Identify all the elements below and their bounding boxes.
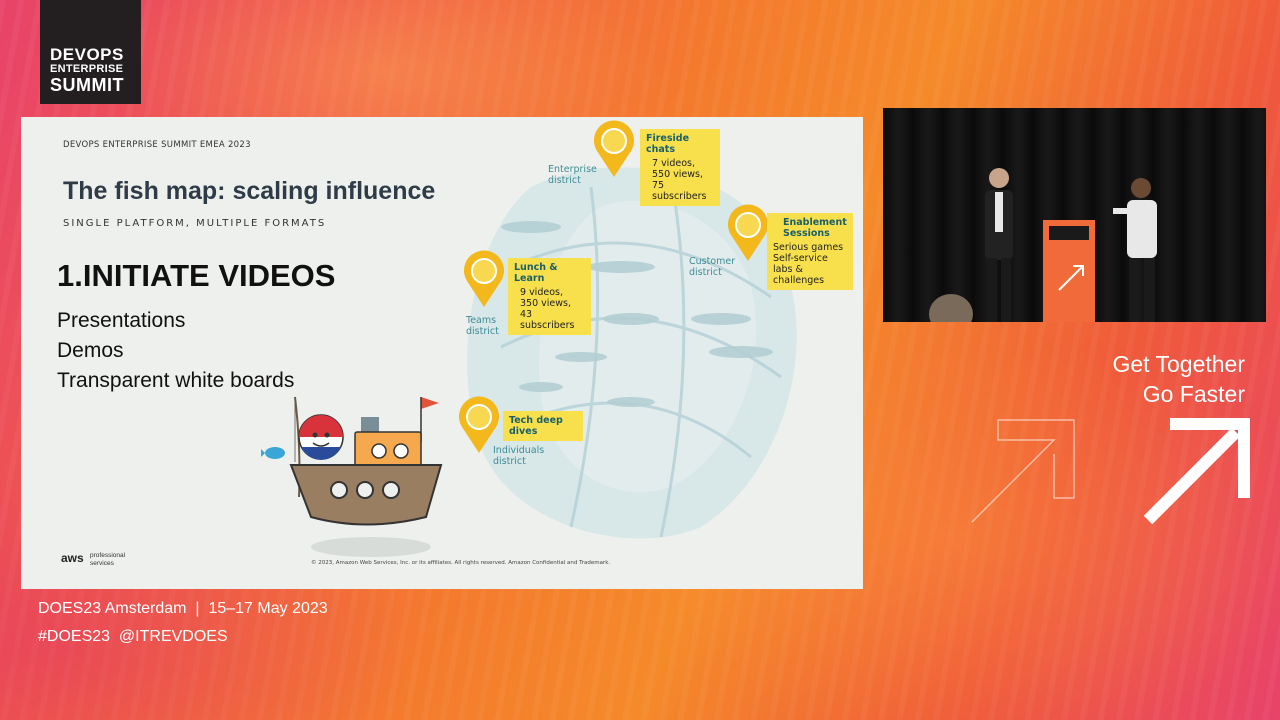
district-label: Enterprise district bbox=[548, 164, 597, 186]
aws-logo-text: aws bbox=[61, 551, 84, 565]
arrow-outline-icon bbox=[971, 419, 1075, 523]
callout-line: Serious games bbox=[773, 242, 844, 253]
presentation-slide: DEVOPS ENTERPRISE SUMMIT EMEA 2023 The f… bbox=[21, 117, 863, 589]
district-label: Teams district bbox=[466, 315, 499, 337]
bullet-list: Presentations Demos Transparent white bo… bbox=[57, 306, 294, 396]
map-pin-icon bbox=[464, 250, 504, 307]
logo-line2: ENTERPRISE bbox=[50, 63, 124, 75]
event-label: DEVOPS ENTERPRISE SUMMIT EMEA 2023 bbox=[63, 140, 251, 150]
callout-line: 75 subscribers bbox=[652, 180, 707, 202]
callout-title: Tech deep dives bbox=[509, 415, 563, 437]
district-label: Individuals district bbox=[493, 445, 545, 467]
callout-enablement-sessions: Enablement Sessions Serious games Self-s… bbox=[767, 213, 853, 290]
tagline-line2: Go Faster bbox=[1142, 381, 1245, 407]
tagline: Get Together Go Faster bbox=[1040, 349, 1245, 409]
aws-logo: aws professional services bbox=[61, 551, 125, 567]
callout-line: 7 videos, bbox=[652, 158, 695, 169]
logo-line3: SUMMIT bbox=[50, 75, 124, 95]
slide-subtitle: SINGLE PLATFORM, MULTIPLE FORMATS bbox=[63, 218, 327, 229]
callout-title: Enablement Sessions bbox=[783, 217, 847, 239]
tagline-line1: Get Together bbox=[1112, 351, 1245, 377]
callout-lunch-and-learn: Lunch & Learn 9 videos, 350 views, 43 su… bbox=[508, 258, 591, 335]
callout-tech-deep-dives: Tech deep dives bbox=[503, 411, 583, 441]
callout-line: 43 subscribers bbox=[520, 309, 575, 331]
section-heading: 1.INITIATE VIDEOS bbox=[57, 258, 336, 293]
event-hashtags: #DOES23 @ITREVDOES bbox=[38, 628, 228, 645]
callout-fireside-chats: Fireside chats 7 videos, 550 views, 75 s… bbox=[640, 129, 720, 206]
fishing-boat-illustration bbox=[261, 396, 443, 557]
event-location-date: DOES23 Amsterdam | 15–17 May 2023 bbox=[38, 600, 328, 617]
callout-line: challenges bbox=[773, 275, 825, 286]
bullet-item: Demos bbox=[57, 339, 124, 362]
callout-line: 550 views, bbox=[652, 169, 703, 180]
callout-title: Fireside chats bbox=[646, 133, 690, 155]
callout-line: 350 views, bbox=[520, 298, 571, 309]
bullet-item: Presentations bbox=[57, 309, 186, 332]
bullet-item: Transparent white boards bbox=[57, 369, 295, 392]
arrow-up-right-icon bbox=[1143, 418, 1250, 525]
copyright-notice: © 2023, Amazon Web Services, Inc. or its… bbox=[311, 560, 611, 566]
logo-line1: DEVOPS bbox=[50, 45, 124, 64]
district-label: Customer district bbox=[689, 256, 736, 278]
slide-title: The fish map: scaling influence bbox=[63, 177, 436, 205]
city-map-illustration bbox=[467, 167, 797, 539]
map-pin-icon bbox=[728, 204, 768, 261]
speaker-video-feed bbox=[883, 108, 1266, 322]
devops-summit-logo: DEVOPS ENTERPRISE SUMMIT bbox=[40, 0, 141, 104]
callout-title: Lunch & Learn bbox=[514, 262, 558, 284]
callout-line: 9 videos, bbox=[520, 287, 563, 298]
aws-logo-subtext: professional services bbox=[90, 552, 126, 567]
callout-line: Self-service labs & bbox=[773, 253, 828, 275]
